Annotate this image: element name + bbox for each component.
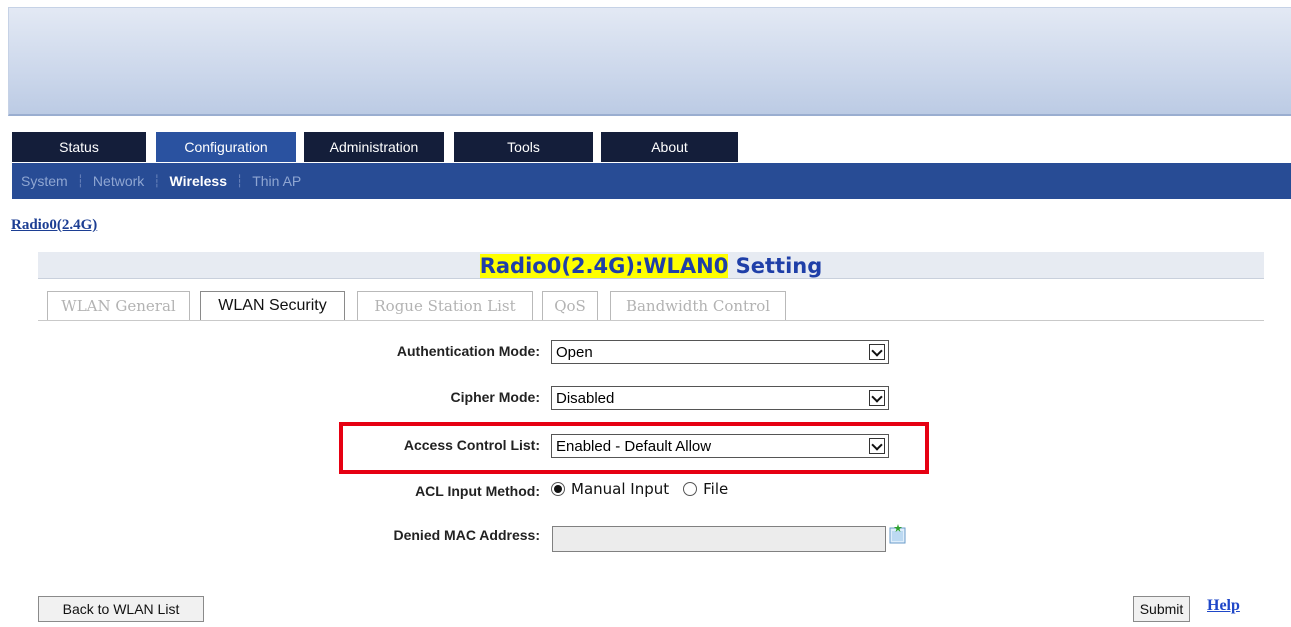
subnav-separator: ┆ bbox=[76, 174, 84, 188]
chevron-down-icon bbox=[869, 438, 885, 454]
tab-rogue-station-list[interactable]: Rogue Station List bbox=[357, 291, 533, 320]
note-add-icon[interactable] bbox=[889, 524, 907, 544]
page-heading-bar: Radio0(2.4G):WLAN0 Setting bbox=[38, 252, 1264, 279]
tab-qos[interactable]: QoS bbox=[542, 291, 598, 320]
page-title-highlight: Radio0(2.4G):WLAN0 bbox=[479, 254, 729, 278]
page-title-suffix: Setting bbox=[728, 254, 823, 278]
subnav-network[interactable]: Network bbox=[93, 173, 144, 189]
acl-select[interactable]: Enabled - Default Allow bbox=[551, 434, 889, 458]
tab-bandwidth-control[interactable]: Bandwidth Control bbox=[610, 291, 786, 320]
sub-nav-bar: System ┆ Network ┆ Wireless ┆ Thin AP bbox=[12, 163, 1291, 199]
tab-status[interactable]: Status bbox=[12, 132, 146, 162]
radio-manual-input[interactable] bbox=[551, 482, 565, 496]
tab-configuration[interactable]: Configuration bbox=[156, 132, 296, 162]
subnav-system[interactable]: System bbox=[21, 173, 68, 189]
acl-input-method-label: ACL Input Method: bbox=[415, 483, 540, 499]
help-link[interactable]: Help bbox=[1207, 597, 1240, 615]
tab-wlan-security[interactable]: WLAN Security bbox=[200, 291, 345, 320]
tab-tools[interactable]: Tools bbox=[454, 132, 593, 162]
back-to-wlan-list-button[interactable]: Back to WLAN List bbox=[38, 596, 204, 622]
denied-mac-label: Denied MAC Address: bbox=[393, 527, 540, 543]
tab-wlan-general[interactable]: WLAN General bbox=[47, 291, 190, 320]
radio-file[interactable] bbox=[683, 482, 698, 496]
acl-input-method-group: Manual Input File bbox=[551, 480, 728, 498]
subnav-separator: ┆ bbox=[153, 174, 161, 188]
cipher-mode-value: Disabled bbox=[556, 389, 615, 407]
denied-mac-input[interactable] bbox=[552, 526, 886, 552]
header-banner bbox=[8, 7, 1291, 116]
subnav-separator: ┆ bbox=[235, 174, 244, 188]
tab-divider bbox=[38, 320, 1264, 321]
tab-administration[interactable]: Administration bbox=[304, 132, 444, 162]
acl-value: Enabled - Default Allow bbox=[556, 437, 712, 455]
auth-mode-label: Authentication Mode: bbox=[396, 343, 540, 359]
submit-button[interactable]: Submit bbox=[1133, 596, 1190, 622]
chevron-down-icon bbox=[869, 344, 885, 360]
chevron-down-icon bbox=[869, 390, 885, 406]
subnav-wireless[interactable]: Wireless bbox=[170, 173, 227, 189]
tab-about[interactable]: About bbox=[601, 132, 738, 162]
subnav-thin-ap[interactable]: Thin AP bbox=[252, 173, 301, 189]
acl-label: Access Control List: bbox=[403, 437, 540, 453]
cipher-mode-label: Cipher Mode: bbox=[450, 389, 540, 405]
cipher-mode-select[interactable]: Disabled bbox=[551, 386, 889, 410]
radio-file-label[interactable]: File bbox=[703, 480, 728, 498]
page-title: Radio0(2.4G):WLAN0 Setting bbox=[479, 252, 823, 280]
auth-mode-value: Open bbox=[556, 343, 593, 361]
radio-manual-input-label[interactable]: Manual Input bbox=[571, 480, 669, 498]
auth-mode-select[interactable]: Open bbox=[551, 340, 889, 364]
radio-breadcrumb-link[interactable]: Radio0(2.4G) bbox=[11, 217, 97, 234]
